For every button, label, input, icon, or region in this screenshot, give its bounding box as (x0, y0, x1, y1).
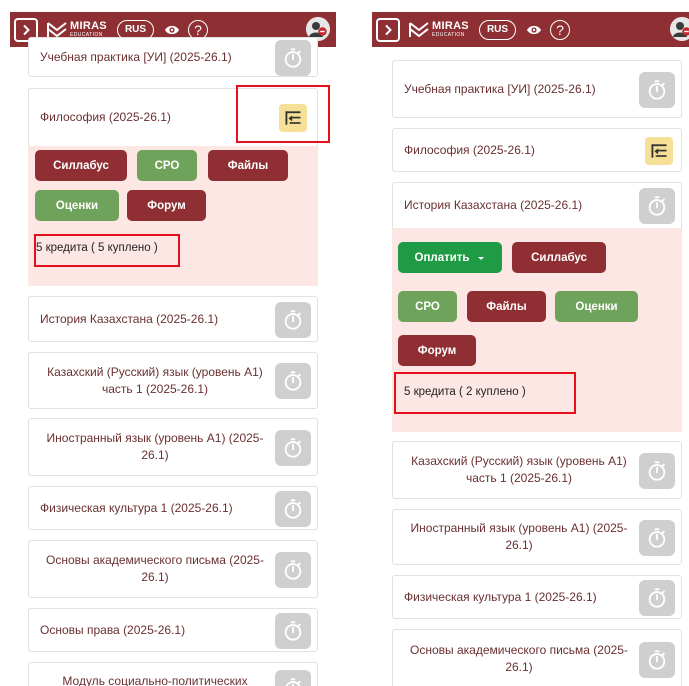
timer-button[interactable] (275, 302, 311, 338)
syllabus-button[interactable]: Силлабус (35, 150, 127, 181)
logo-title: MIRAS (432, 20, 469, 32)
avatar-icon (670, 17, 689, 41)
right-screen: MIRAS EDUCATION RUS ? Учебная практика [… (372, 12, 689, 686)
timer-button[interactable] (275, 40, 311, 76)
highlight-tree-button (236, 85, 330, 143)
course-card[interactable]: Основы академического письма (2025-26.1) (28, 540, 318, 598)
timer-icon (282, 370, 304, 392)
timer-button[interactable] (639, 580, 675, 616)
timer-button[interactable] (275, 430, 311, 466)
course-title: Основы академического письма (2025-26.1) (46, 553, 264, 584)
timer-icon (282, 677, 304, 686)
files-button[interactable]: Файлы (467, 291, 546, 322)
eye-icon[interactable] (164, 24, 180, 36)
eye-icon[interactable] (526, 24, 542, 36)
top-bar: MIRAS EDUCATION RUS ? (372, 12, 689, 47)
course-title: Казахский (Русский) язык (уровень А1) ча… (411, 454, 627, 485)
menu-toggle-button[interactable] (376, 17, 400, 42)
tree-toggle-button[interactable] (645, 137, 673, 165)
indent-arrow-icon (649, 141, 669, 161)
course-title: История Казахстана (2025-26.1) (40, 311, 219, 326)
course-title: Иностранный язык (уровень А1) (2025-26.1… (410, 521, 628, 552)
course-title: История Казахстана (2025-26.1) (404, 198, 583, 212)
timer-button[interactable] (639, 520, 675, 556)
logo-subtitle: EDUCATION (432, 32, 465, 38)
logo-title: MIRAS (70, 20, 107, 32)
highlight-credits (34, 234, 180, 267)
course-card[interactable]: Учебная практика [УИ] (2025-26.1) (392, 60, 682, 118)
user-avatar[interactable] (670, 17, 689, 41)
pay-dropdown-button[interactable]: Оплатить (398, 242, 502, 273)
timer-button[interactable] (639, 188, 675, 224)
miras-logo[interactable]: MIRAS EDUCATION (409, 21, 469, 39)
sro-button[interactable]: СРО (398, 291, 457, 322)
chevron-right-icon (23, 24, 30, 35)
course-title: Физическая культура 1 (2025-26.1) (40, 500, 233, 515)
course-card[interactable]: Физическая культура 1 (2025-26.1) (28, 486, 318, 530)
course-card[interactable]: Основы академического письма (2025-26.1) (392, 629, 682, 686)
grades-button[interactable]: Оценки (35, 190, 119, 221)
course-card[interactable]: Философия (2025-26.1) (392, 128, 682, 172)
timer-button[interactable] (275, 613, 311, 649)
timer-button[interactable] (275, 552, 311, 588)
timer-icon (282, 620, 304, 642)
course-card[interactable]: Физическая культура 1 (2025-26.1) (392, 575, 682, 619)
grades-button[interactable]: Оценки (555, 291, 638, 322)
course-card[interactable]: Основы права (2025-26.1) (28, 608, 318, 652)
chevron-right-icon (385, 24, 392, 35)
course-title: Учебная практика [УИ] (2025-26.1) (40, 49, 232, 64)
course-title: Основы права (2025-26.1) (40, 622, 186, 637)
timer-button[interactable] (275, 491, 311, 527)
syllabus-button[interactable]: Силлабус (512, 242, 606, 273)
course-title: Иностранный язык (уровень А1) (2025-26.1… (46, 431, 264, 462)
sro-button[interactable]: СРО (137, 150, 197, 181)
timer-button[interactable] (639, 453, 675, 489)
timer-icon (646, 79, 668, 101)
timer-icon (282, 498, 304, 520)
help-button[interactable]: ? (550, 19, 571, 40)
course-title: Философия (2025-26.1) (40, 110, 171, 124)
files-button[interactable]: Файлы (208, 150, 288, 181)
forum-button[interactable]: Форум (398, 335, 476, 366)
timer-button[interactable] (275, 670, 311, 686)
course-card[interactable]: История Казахстана (2025-26.1) (28, 296, 318, 342)
course-card[interactable]: Модуль социально-политических (28, 662, 318, 686)
timer-icon (646, 527, 668, 549)
pay-label: Оплатить (414, 251, 470, 264)
timer-icon (646, 195, 668, 217)
course-title: Физическая культура 1 (2025-26.1) (404, 589, 597, 604)
miras-logo[interactable]: MIRAS EDUCATION (47, 21, 107, 39)
highlight-credits (394, 372, 576, 414)
course-title: Учебная практика [УИ] (2025-26.1) (404, 81, 596, 96)
miras-logo-icon (47, 21, 67, 37)
course-card[interactable]: Казахский (Русский) язык (уровень А1) ча… (392, 441, 682, 499)
timer-icon (646, 587, 668, 609)
timer-icon (282, 47, 304, 69)
course-title: Основы академического письма (2025-26.1) (410, 643, 628, 674)
course-card-expanded[interactable]: История Казахстана (2025-26.1) (392, 182, 682, 228)
timer-icon (282, 559, 304, 581)
timer-button[interactable] (639, 72, 675, 108)
course-title: Казахский (Русский) язык (уровень А1) ча… (47, 364, 263, 396)
timer-button[interactable] (639, 642, 675, 678)
language-button[interactable]: RUS (478, 19, 517, 40)
left-screen: MIRAS EDUCATION RUS ? Учебная практика [… (10, 12, 336, 686)
timer-icon (282, 309, 304, 331)
course-card[interactable]: Иностранный язык (уровень А1) (2025-26.1… (392, 509, 682, 565)
timer-button[interactable] (275, 363, 311, 399)
caret-down-icon (477, 256, 484, 260)
forum-button[interactable]: Форум (127, 190, 206, 221)
miras-logo-icon (409, 21, 429, 37)
course-card[interactable]: Казахский (Русский) язык (уровень А1) ча… (28, 352, 318, 409)
course-card[interactable]: Учебная практика [УИ] (2025-26.1) (28, 37, 318, 77)
timer-icon (646, 460, 668, 482)
timer-icon (282, 437, 304, 459)
course-title: Модуль социально-политических (62, 674, 248, 686)
course-card[interactable]: Иностранный язык (уровень А1) (2025-26.1… (28, 418, 318, 476)
course-title: Философия (2025-26.1) (404, 142, 535, 157)
timer-icon (646, 649, 668, 671)
